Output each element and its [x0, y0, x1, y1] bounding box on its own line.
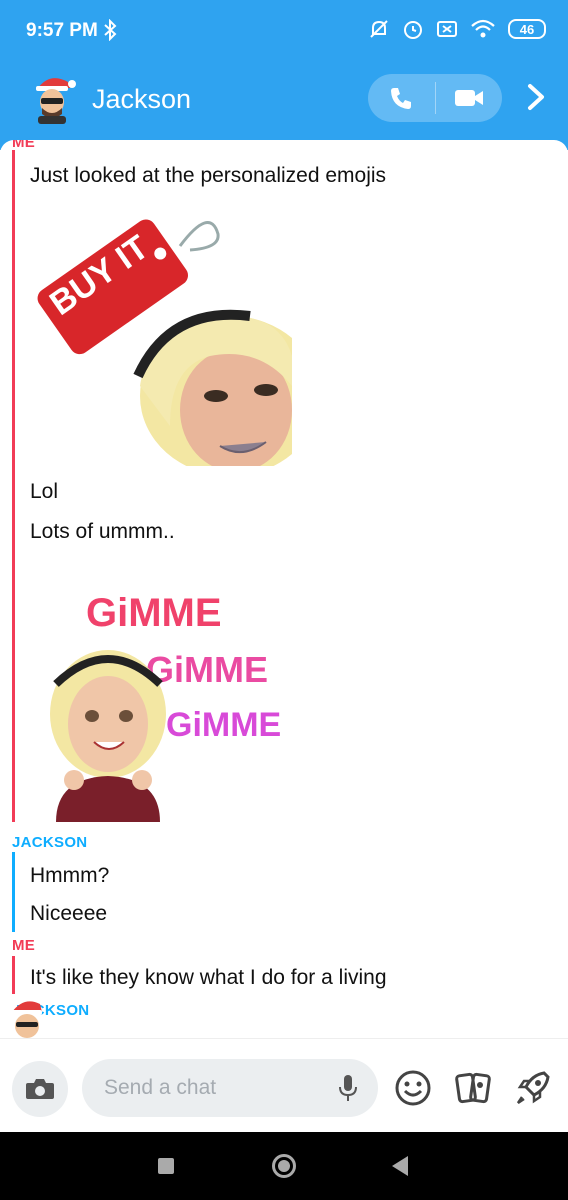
sender-label-me: ME: [12, 140, 36, 151]
sim-icon: [437, 21, 457, 37]
sender-label-me: ME: [12, 937, 36, 954]
home-button[interactable]: [272, 1154, 296, 1178]
microphone-icon[interactable]: [338, 1073, 358, 1103]
sender-label-jackson: JACKSON: [12, 834, 88, 851]
phone-call-button[interactable]: [368, 74, 435, 122]
rocket-icon[interactable]: [514, 1069, 552, 1107]
sticker-word: GiMME: [86, 591, 222, 635]
phone-call-icon: [391, 88, 412, 109]
battery-level: 46: [519, 21, 535, 37]
avatar[interactable]: [30, 74, 76, 124]
camera-button[interactable]: [12, 1061, 68, 1117]
gimme-sticker[interactable]: GiMME GiMME GiMME: [36, 564, 292, 822]
mute-icon: [370, 20, 388, 38]
sender-bar-me: [12, 956, 15, 994]
status-icons: 46: [368, 18, 546, 40]
wifi-icon: [471, 19, 495, 38]
message-text[interactable]: Hmmm?: [30, 864, 109, 888]
recents-button[interactable]: [158, 1158, 174, 1174]
message-text[interactable]: It's like they know what I do for a livi…: [30, 966, 387, 990]
alarm-icon: [404, 21, 422, 39]
camera-icon: [26, 1079, 54, 1099]
message-text[interactable]: Niceeee: [30, 902, 107, 926]
chat-panel[interactable]: ME Just looked at the personalized emoji…: [0, 140, 568, 1038]
system-nav-bar: [0, 1132, 568, 1200]
buy-it-sticker[interactable]: BUY IT: [30, 206, 292, 466]
chevron-right-icon[interactable]: [524, 82, 548, 112]
sender-bar-me: [12, 150, 15, 822]
back-button[interactable]: [392, 1156, 408, 1176]
chat-input-bar: [0, 1038, 568, 1132]
sticker-word: GiMME: [166, 706, 281, 744]
message-text[interactable]: Lol: [30, 480, 58, 504]
status-time: 9:57 PM: [26, 20, 98, 41]
sender-bar-jackson: [12, 852, 15, 932]
message-text[interactable]: Lots of ummm..: [30, 520, 175, 544]
chat-header: Jackson: [0, 68, 568, 132]
battery-icon: 46: [508, 19, 546, 39]
chat-input[interactable]: [82, 1059, 378, 1117]
video-call-button[interactable]: [436, 74, 503, 122]
bluetooth-icon: [104, 19, 117, 41]
status-bar: 9:57 PM 46: [0, 0, 568, 60]
smiley-icon[interactable]: [394, 1069, 432, 1107]
cards-icon[interactable]: [454, 1069, 492, 1107]
message-text[interactable]: Just looked at the personalized emojis: [30, 164, 386, 188]
contact-name[interactable]: Jackson: [92, 84, 191, 115]
call-buttons: [368, 74, 502, 122]
typing-bitmoji-avatar: [10, 1001, 42, 1038]
video-call-icon: [454, 90, 483, 106]
sticker-word: GiMME: [146, 649, 268, 690]
